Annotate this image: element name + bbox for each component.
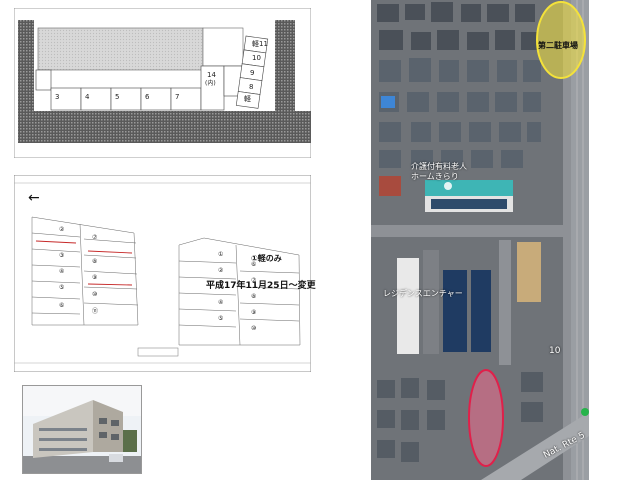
slot-number-7: 7 xyxy=(175,93,180,101)
green-dot-marker xyxy=(581,408,589,416)
lot-number: ④ xyxy=(218,299,224,306)
slot-number-9: 9 xyxy=(250,69,255,77)
slot-light-label: 軽 xyxy=(244,95,251,103)
slot-number-4: 4 xyxy=(85,93,90,101)
lot-number: ③ xyxy=(59,252,65,259)
satellite-map[interactable]: 第二駐車場 介護付有料老人 ホームきらり レジデンスエンチャー 10 Nat. … xyxy=(371,0,589,480)
lot-number: ① xyxy=(218,251,224,258)
parking-plan: 3 4 5 6 7 14 (内) 軽11 10 9 8 軽 xyxy=(13,7,312,159)
aerial-view xyxy=(371,0,589,480)
lot-number: ⑤ xyxy=(218,315,224,322)
slot-number-8: 8 xyxy=(249,83,254,91)
survey-drawing: ← ② ③ ④ ⑤ ⑥ ⑦ ⑧ ⑨ ⑩ ⑪ ① ② ③ ④ ⑤ ⑥ ⑦ ⑧ ⑨ … xyxy=(13,174,316,373)
apartment-building-image xyxy=(23,386,141,473)
parking-plan-drawing xyxy=(13,7,312,159)
slot-number-light-11: 軽11 xyxy=(252,40,268,48)
lot-number: ⑨ xyxy=(92,274,98,281)
facility-label-line2: ホームきらり xyxy=(411,172,459,181)
lot-number: ⑪ xyxy=(92,308,99,315)
slot-number-14: 14 xyxy=(207,71,216,79)
slot-number-10: 10 xyxy=(252,54,261,62)
lot-number: ④ xyxy=(59,268,65,275)
second-parking-label: 第二駐車場 xyxy=(538,41,578,50)
slot-number-3: 3 xyxy=(55,93,60,101)
lot-number: ⑥ xyxy=(59,302,65,309)
direction-arrow-icon: ← xyxy=(28,190,40,206)
building-label: レジデンスエンチャー xyxy=(383,289,463,298)
slot-number-14-sub: (内) xyxy=(205,80,216,87)
lot-number: ② xyxy=(59,226,65,233)
lot-number: ⑨ xyxy=(251,309,257,316)
lot-number: ⑤ xyxy=(59,284,65,291)
lot-number: ② xyxy=(218,267,224,274)
location-pin-icon xyxy=(444,182,452,190)
lot-number: ⑧ xyxy=(92,258,98,265)
lot-number: ⑦ xyxy=(92,234,98,241)
slot-number-6: 6 xyxy=(145,93,150,101)
slot-number-5: 5 xyxy=(115,93,120,101)
building-photo xyxy=(22,385,142,474)
route-number-label: 10 xyxy=(549,346,561,356)
date-change-note: 平成17年11月25日～変更 xyxy=(206,281,316,291)
lot-number: ⑩ xyxy=(92,291,98,298)
lot-number: ⑩ xyxy=(251,325,257,332)
property-highlight xyxy=(468,369,504,467)
lot-number: ⑧ xyxy=(251,293,257,300)
left-document-panel: 3 4 5 6 7 14 (内) 軽11 10 9 8 軽 ← ② ③ ④ ⑤ … xyxy=(0,0,325,480)
light-car-only-note: ①軽のみ xyxy=(251,254,282,263)
